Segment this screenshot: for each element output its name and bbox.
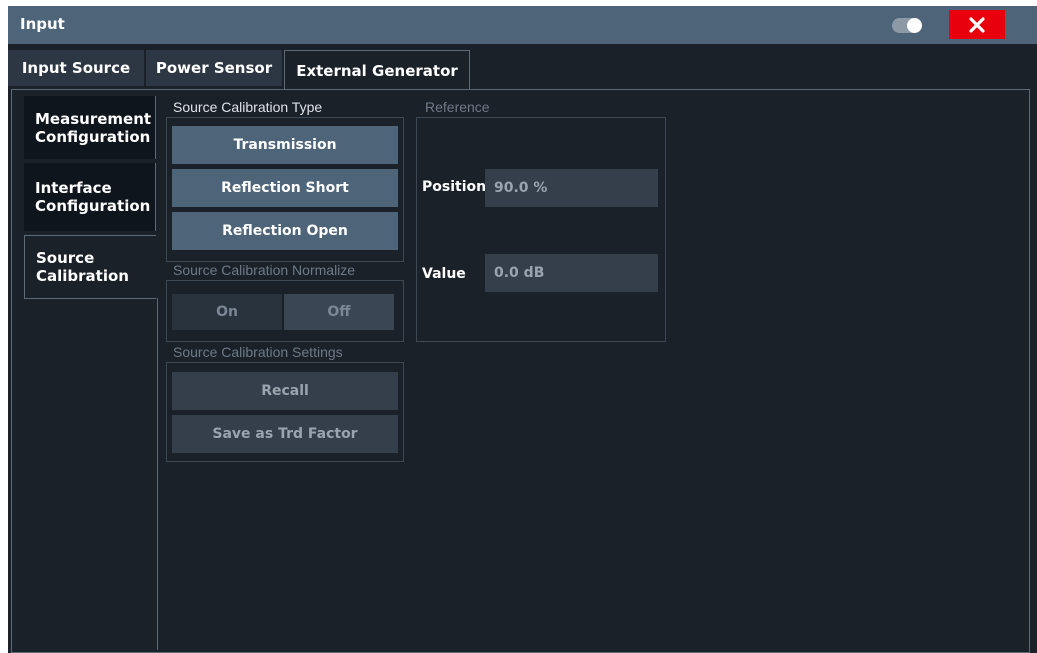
normalize-label: Source Calibration Normalize (173, 262, 356, 278)
toggle-knob (907, 18, 922, 33)
tab-power-sensor[interactable]: Power Sensor (146, 50, 283, 86)
side-tab-label-line: Source (36, 249, 95, 267)
button-label: Recall (261, 383, 309, 399)
button-label: Reflection Short (221, 180, 349, 196)
value-value: 0.0 dB (494, 265, 545, 281)
normalize-on-button[interactable]: On (172, 294, 282, 330)
side-tab-measurement-configuration[interactable]: Measurement Configuration (24, 96, 156, 159)
value-field[interactable]: 0.0 dB (485, 254, 658, 292)
side-tab-source-calibration[interactable]: Source Calibration (24, 235, 156, 299)
settings-label: Source Calibration Settings (173, 344, 343, 360)
normalize-off-button[interactable]: Off (284, 294, 394, 330)
reference-label: Reference (425, 99, 490, 115)
close-icon (969, 16, 985, 33)
calibration-type-label: Source Calibration Type (173, 99, 323, 115)
side-tab-label-line: Calibration (36, 267, 129, 285)
reflection-short-button[interactable]: Reflection Short (172, 169, 398, 207)
button-label: Reflection Open (222, 223, 348, 239)
tab-label: Input Source (21, 59, 131, 77)
reflection-open-button[interactable]: Reflection Open (172, 212, 398, 250)
title-bar: Input (8, 6, 1037, 44)
side-tab-label-line: Measurement (35, 109, 152, 128)
input-dialog: Input Input Source Power Sensor External… (8, 6, 1037, 653)
button-label: Save as Trd Factor (212, 426, 358, 442)
position-value: 90.0 % (494, 180, 548, 196)
tab-label: External Generator (296, 61, 458, 80)
side-tab-label-line: Interface (35, 179, 112, 197)
tab-bar: Input Source Power Sensor External Gener… (8, 48, 1037, 90)
tab-label: Power Sensor (155, 59, 273, 77)
transmission-button[interactable]: Transmission (172, 126, 398, 164)
segment-label: Off (327, 304, 351, 320)
value-label: Value (422, 266, 466, 282)
side-tab-divider (157, 298, 158, 650)
tab-external-generator[interactable]: External Generator (284, 50, 470, 90)
tab-input-source[interactable]: Input Source (8, 50, 145, 86)
side-tab-label-line: Configuration (35, 197, 151, 215)
button-label: Transmission (233, 137, 337, 153)
position-label: Position (422, 179, 487, 195)
position-field[interactable]: 90.0 % (485, 169, 658, 207)
side-tab-label-line: Configuration (35, 127, 151, 146)
side-tab-interface-configuration[interactable]: Interface Configuration (24, 163, 156, 231)
save-as-trd-factor-button[interactable]: Save as Trd Factor (172, 415, 398, 453)
toggle-icon[interactable] (892, 18, 922, 33)
dialog-title: Input (20, 15, 65, 33)
reference-group (416, 117, 666, 342)
recall-button[interactable]: Recall (172, 372, 398, 410)
segment-label: On (216, 304, 238, 320)
close-button[interactable] (949, 10, 1005, 39)
